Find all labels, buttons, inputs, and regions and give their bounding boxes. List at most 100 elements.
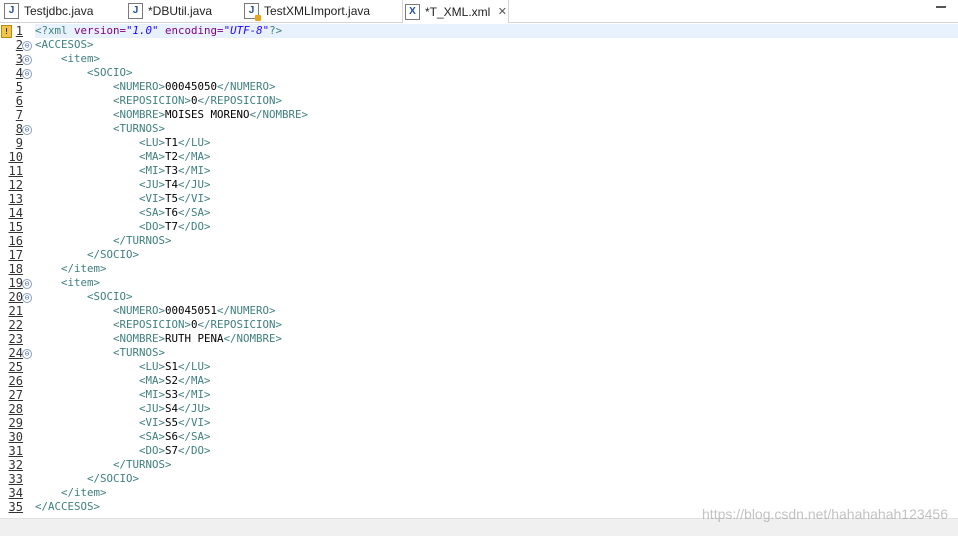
code-token: <SOCIO> [35,66,133,79]
code-token: T3 [165,164,179,177]
code-token: </SA> [178,430,211,443]
code-line[interactable]: <VI>S5</VI> [35,416,211,430]
gutter-line: 7 [0,108,33,122]
code-line[interactable]: <LU>S1</LU> [35,360,211,374]
code-token: </NOMBRE> [223,332,283,345]
code-line[interactable]: <NOMBRE>MOISES MORENO</NOMBRE> [35,108,308,122]
line-number-gutter: ! 1 2 ⊖ 3 ⊖ 4 ⊖ 5 6 7 8 ⊖ 9 10 11 12 13 14 15 16 17 18 19 ⊖ 20 ⊖ 21… [0,24,33,519]
line-number: 35 [8,500,23,514]
code-token: T2 [165,150,179,163]
minimize-icon[interactable] [936,6,946,8]
warning-icon[interactable]: ! [1,25,12,38]
code-token: <MA> [35,374,166,387]
gutter-line: 4 ⊖ [0,66,33,80]
close-tab-icon[interactable]: ✕ [496,6,508,18]
fold-toggle-icon[interactable]: ⊖ [22,125,32,135]
line-number: 20 [8,290,23,304]
code-token: </DO> [178,220,211,233]
gutter-line: 3 ⊖ [0,52,33,66]
code-line[interactable]: <item> [35,52,100,66]
code-token: <SOCIO> [35,290,133,303]
code-line[interactable]: <MI>T3</MI> [35,164,211,178]
gutter-line: 14 [0,206,33,220]
code-line[interactable]: <VI>T5</VI> [35,192,211,206]
gutter-line: 8 ⊖ [0,122,33,136]
code-line[interactable]: <MI>S3</MI> [35,388,211,402]
code-line[interactable]: <LU>T1</LU> [35,136,211,150]
java-file-icon: J [4,3,19,19]
fold-toggle-icon[interactable]: ⊖ [22,69,32,79]
code-token: <JU> [35,402,166,415]
editor-tab[interactable]: J Testjdbc.java [2,0,93,22]
gutter-line: 15 [0,220,33,234]
code-line[interactable]: <JU>S4</JU> [35,402,211,416]
code-line[interactable]: <SOCIO> [35,290,133,304]
code-token: S6 [165,430,179,443]
gutter-line: 5 [0,80,33,94]
editor-tab[interactable]: J TestXMLImport.java [242,0,370,22]
code-line[interactable]: <?xml version="1.0" encoding="UTF-8"?> [35,24,958,38]
code-line[interactable]: </TURNOS> [35,458,172,472]
code-line[interactable]: </SOCIO> [35,472,139,486]
fold-toggle-icon[interactable]: ⊖ [22,293,32,303]
fold-toggle-icon[interactable]: ⊖ [22,55,32,65]
editor-tab[interactable]: J *DBUtil.java [126,0,212,22]
gutter-line: 18 [0,262,33,276]
code-line[interactable]: <SA>T6</SA> [35,206,211,220]
line-number: 34 [8,486,23,500]
code-token: <NOMBRE> [35,332,166,345]
code-line[interactable]: <NUMERO>00045050</NUMERO> [35,80,276,94]
line-number: 32 [8,458,23,472]
code-line[interactable]: <REPOSICION>0</REPOSICION> [35,318,282,332]
gutter-line: 25 [0,360,33,374]
code-token: S5 [165,416,179,429]
code-line[interactable]: <REPOSICION>0</REPOSICION> [35,94,282,108]
code-line[interactable]: <MA>S2</MA> [35,374,211,388]
code-line[interactable]: <NUMERO>00045051</NUMERO> [35,304,276,318]
code-line[interactable]: <SA>S6</SA> [35,430,211,444]
gutter-line: 22 [0,318,33,332]
fold-toggle-icon[interactable]: ⊖ [22,41,32,51]
code-line[interactable]: <SOCIO> [35,66,133,80]
code-token: S7 [165,444,179,457]
code-token: </LU> [178,360,211,373]
fold-toggle-icon[interactable]: ⊖ [22,349,32,359]
code-line[interactable]: <DO>T7</DO> [35,220,211,234]
tab-label: *T_XML.xml [425,4,491,19]
line-number: 30 [8,430,23,444]
code-line[interactable]: </ACCESOS> [35,500,100,514]
code-line[interactable]: <TURNOS> [35,122,165,136]
code-line[interactable]: <MA>T2</MA> [35,150,211,164]
code-line[interactable]: <DO>S7</DO> [35,444,211,458]
gutter-line: 31 [0,444,33,458]
gutter-line: 33 [0,472,33,486]
code-line[interactable]: <ACCESOS> [35,38,94,52]
gutter-line: 16 [0,234,33,248]
code-token: </MA> [178,374,211,387]
code-token: </TURNOS> [35,234,172,247]
code-token: encoding= [158,24,224,37]
line-number: 1 [15,24,23,38]
gutter-line: 32 [0,458,33,472]
code-line[interactable]: </item> [35,486,107,500]
xml-editor[interactable]: <?xml version="1.0" encoding="UTF-8"?> <A… [35,24,958,519]
line-number: 15 [8,220,23,234]
code-line[interactable]: </TURNOS> [35,234,172,248]
code-line[interactable]: <NOMBRE>RUTH PENA</NOMBRE> [35,332,282,346]
fold-toggle-icon[interactable]: ⊖ [22,279,32,289]
code-line[interactable]: </item> [35,262,107,276]
code-token: version= [74,24,127,37]
gutter-line: 28 [0,402,33,416]
code-token: <SA> [35,206,166,219]
code-line[interactable]: <JU>T4</JU> [35,178,211,192]
code-line[interactable]: <item> [35,276,100,290]
code-token: T7 [165,220,179,233]
code-token: S4 [165,402,179,415]
line-number: 27 [8,388,23,402]
code-token: </ACCESOS> [35,500,101,513]
code-line[interactable]: </SOCIO> [35,248,139,262]
code-token: <NOMBRE> [35,108,166,121]
code-line[interactable]: <TURNOS> [35,346,165,360]
code-token: <NUMERO> [35,80,166,93]
editor-tab[interactable]: X *T_XML.xml ✕ [402,0,510,23]
